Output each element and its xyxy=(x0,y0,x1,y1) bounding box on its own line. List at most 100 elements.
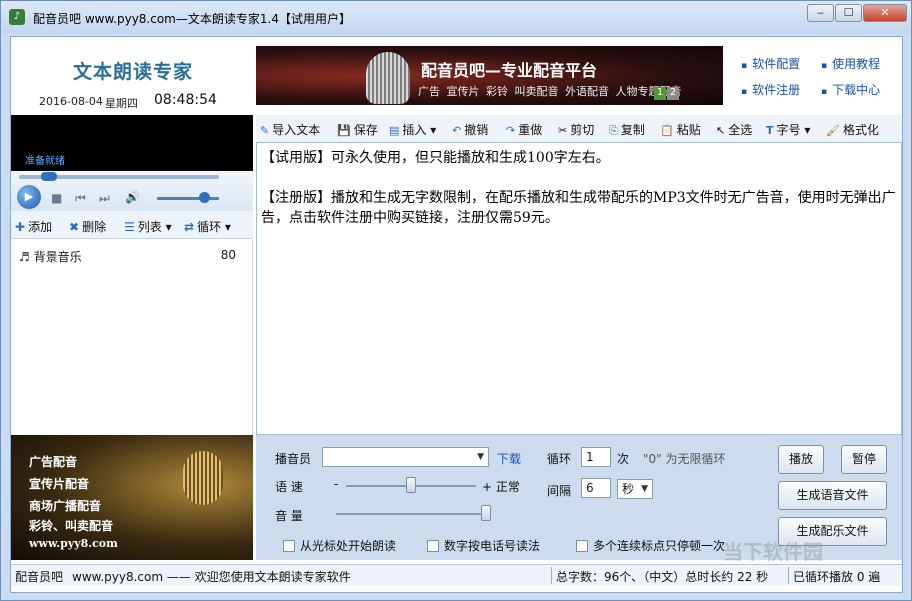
status-stats: 总字数：96个、（中文）总时长约 22 秒 xyxy=(556,570,769,584)
next-icon[interactable]: ⏭ xyxy=(99,191,110,206)
undo-button[interactable]: ↶ 撤销 xyxy=(452,121,488,138)
playlist: ♬ 背景音乐 80 xyxy=(11,240,253,435)
font-icon: T xyxy=(766,124,774,137)
play-icon[interactable]: ▶ xyxy=(17,185,41,209)
title-bar[interactable]: ♪ 配音员吧 www.pyy8.com—文本朗读专家1.4【试用用户】 ‒ ☐ … xyxy=(1,1,911,34)
insert-button[interactable]: ▤ 插入 ▾ xyxy=(389,121,436,138)
ad-line: 宣传片配音 xyxy=(29,477,90,491)
loop-unit: 次 xyxy=(617,452,630,466)
microphone-icon xyxy=(183,451,223,505)
list-item[interactable]: ♬ 背景音乐 80 xyxy=(19,248,244,265)
speed-thumb[interactable] xyxy=(406,477,416,493)
list-label: 列表 xyxy=(137,220,162,234)
select-all-label: 全选 xyxy=(728,123,753,137)
delete-button[interactable]: ✖ 删除 xyxy=(69,218,106,235)
loop-icon: ⇄ xyxy=(184,220,195,234)
import-text-button[interactable]: ✎ 导入文本 xyxy=(260,121,320,138)
media-player: 准备就绪 ▶ ■ ⏮ ⏭ 🔊 xyxy=(11,115,253,211)
checkbox-icon xyxy=(283,540,295,552)
delete-label: 删除 xyxy=(82,220,107,234)
current-time: 08:48:54 xyxy=(154,92,217,108)
interval-unit-select[interactable]: 秒 ▼ xyxy=(617,479,653,499)
window-title: 配音员吧 www.pyy8.com—文本朗读专家1.4【试用用户】 xyxy=(33,12,351,26)
volume-level-thumb[interactable] xyxy=(481,505,491,521)
speed-label: 语 速 xyxy=(275,480,303,494)
music-note-icon: ♬ xyxy=(19,250,30,264)
loop-button[interactable]: ⇄ 循环 ▾ xyxy=(184,218,231,235)
save-icon: 💾 xyxy=(337,124,351,137)
copy-label: 复制 xyxy=(620,123,645,137)
stop-icon[interactable]: ■ xyxy=(51,191,62,205)
link-software-config[interactable]: 软件配置 xyxy=(741,55,800,72)
play-button[interactable]: 播放 xyxy=(778,445,824,474)
select-all-button[interactable]: ↖ 全选 xyxy=(716,121,752,138)
banner-pager: 12 xyxy=(654,87,680,100)
ad-panel[interactable]: 广告配音 宣传片配音 商场广播配音 彩铃、叫卖配音 www.pyy8.com xyxy=(11,435,253,560)
previous-icon[interactable]: ⏮ xyxy=(75,191,86,206)
status-site: 配音员吧 xyxy=(15,570,64,584)
interval-label: 间隔 xyxy=(547,484,572,498)
app-icon: ♪ xyxy=(9,9,25,25)
cut-button[interactable]: ✂ 剪切 xyxy=(558,121,594,138)
speed-plus: + 正常 xyxy=(482,480,520,494)
close-button[interactable]: ✕ xyxy=(863,4,907,22)
playlist-toolbar: ✚ 添加 ✖ 删除 ☰ 列表 ▾ ⇄ 循环 ▾ xyxy=(11,211,253,239)
interval-input[interactable]: 6 xyxy=(581,478,611,498)
start-from-cursor-checkbox[interactable]: 从光标处开始朗读 xyxy=(283,537,396,554)
banner-page-2[interactable]: 2 xyxy=(667,87,679,100)
list-button[interactable]: ☰ 列表 ▾ xyxy=(124,218,172,235)
banner-subline: 广告 宣传片 彩铃 叫卖配音 外语配音 人物专题配音 xyxy=(418,85,682,98)
download-link[interactable]: 下载 xyxy=(497,450,521,467)
status-divider xyxy=(551,567,552,584)
copy-button[interactable]: ⎘ 复制 xyxy=(609,121,645,138)
microphone-icon xyxy=(366,52,410,104)
generate-voice-button[interactable]: 生成语音文件 xyxy=(778,481,887,510)
redo-button[interactable]: ↷ 重做 xyxy=(506,121,542,138)
banner-headline: 配音员吧—专业配音平台 xyxy=(421,61,598,80)
add-button[interactable]: ✚ 添加 xyxy=(15,218,52,235)
save-label: 保存 xyxy=(353,123,378,137)
format-button[interactable]: 🖌 格式化 xyxy=(826,121,879,138)
seek-thumb[interactable] xyxy=(41,172,57,181)
cursor-icon: ↖ xyxy=(716,124,726,137)
phone-number-label: 数字按电话号读法 xyxy=(444,539,541,553)
add-label: 添加 xyxy=(28,220,53,234)
import-label: 导入文本 xyxy=(272,123,321,137)
volume-thumb[interactable] xyxy=(199,192,210,203)
speed-minus: - xyxy=(334,477,339,491)
chevron-down-icon: ▼ xyxy=(641,484,648,494)
paste-button[interactable]: 📋 粘贴 xyxy=(660,121,701,138)
insert-icon: ▤ xyxy=(389,124,400,137)
link-register[interactable]: 软件注册 xyxy=(741,81,800,98)
font-size-label: 字号 xyxy=(776,123,801,137)
insert-label: 插入 xyxy=(402,123,427,137)
phone-number-checkbox[interactable]: 数字按电话号读法 xyxy=(427,537,540,554)
save-button[interactable]: 💾 保存 xyxy=(337,121,378,138)
chevron-down-icon: ▼ xyxy=(477,452,484,462)
link-download-center[interactable]: 下载中心 xyxy=(821,81,880,98)
editor-paragraph: 【试用版】可永久使用，但只能播放和生成100字左右。 xyxy=(261,150,610,166)
list-item-name: 背景音乐 xyxy=(33,250,82,264)
font-size-button[interactable]: T 字号 ▾ xyxy=(766,121,810,138)
status-divider xyxy=(788,567,789,584)
ad-line: 彩铃、叫卖配音 xyxy=(29,519,114,533)
volume-level-slider[interactable] xyxy=(336,513,486,515)
video-area: 准备就绪 xyxy=(11,115,253,171)
paste-icon: 📋 xyxy=(660,124,674,137)
minimize-button[interactable]: ‒ xyxy=(807,4,834,22)
loop-count-input[interactable]: 1 xyxy=(581,447,611,467)
volume-icon[interactable]: 🔊 xyxy=(125,190,140,204)
banner-page-1[interactable]: 1 xyxy=(654,87,666,100)
editor-toolbar: ✎ 导入文本 💾 保存 ▤ 插入 ▾ ↶ 撤销 ↷ 重做 ✂ 剪切 ⎘ 复制 📋 粘贴 ↖ 全选 … xyxy=(256,115,902,142)
single-pause-checkbox[interactable]: 多个连续标点只停顿一次 xyxy=(576,537,725,554)
format-label: 格式化 xyxy=(842,123,879,137)
text-editor[interactable]: 【试用版】可永久使用，但只能播放和生成100字左右。 【注册版】播放和生成无字数… xyxy=(256,142,902,435)
status-bar: 配音员吧 www.pyy8.com —— 欢迎您使用文本朗读专家软件 总字数：9… xyxy=(11,564,902,586)
announcer-select[interactable]: ▼ xyxy=(322,447,489,467)
pause-button[interactable]: 暂停 xyxy=(841,445,887,474)
loop-hint: "0" 为无限循环 xyxy=(643,452,726,466)
announcer-label: 播音员 xyxy=(275,452,312,466)
promo-banner[interactable]: 配音员吧—专业配音平台 广告 宣传片 彩铃 叫卖配音 外语配音 人物专题配音 1… xyxy=(256,46,723,105)
link-tutorial[interactable]: 使用教程 xyxy=(821,55,880,72)
maximize-button[interactable]: ☐ xyxy=(835,4,862,22)
